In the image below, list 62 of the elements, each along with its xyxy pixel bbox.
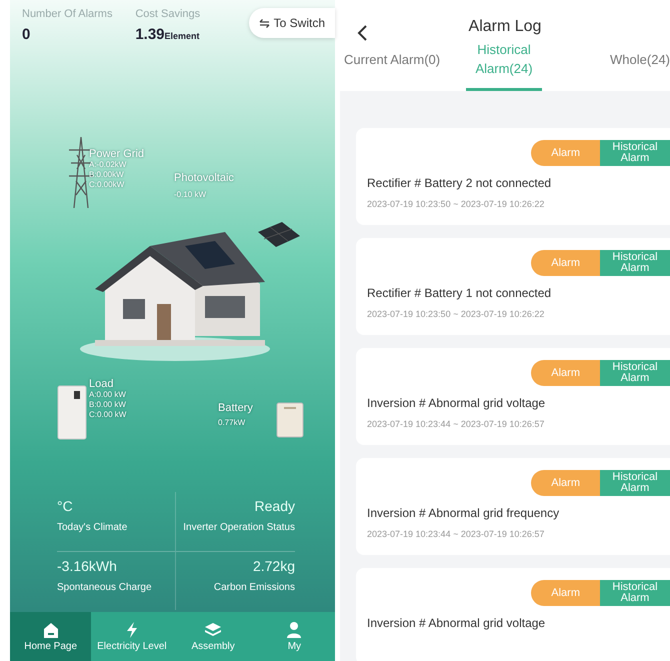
power-grid-label: Power Grid [89,148,144,160]
layers-icon [204,621,222,639]
alarm-time: 2023-07-19 10:23:44 ~ 2023-07-19 10:26:57 [367,529,546,539]
alarm-message: Inversion # Abnormal grid voltage [367,616,546,630]
alarm-time: 2023-07-19 10:23:50 ~ 2023-07-19 10:26:22 [367,309,546,319]
grid-phase-reading: A:-0.02kW [89,160,128,170]
house-icon [42,621,60,639]
alarm-level-tag: Alarm [531,360,600,386]
alarm-card[interactable]: Alarm Historical Alarm Inversion # Abnormal grid voltage 2023-07-19 10:23:44 ~ 2023-07-19 10:26:57 [356,348,670,445]
battery-reading: 0.77kW [218,418,246,428]
metric-label: Today's Climate [57,522,128,533]
switch-button[interactable]: To Switch [248,8,335,38]
alarm-time: 2023-07-19 10:23:44 ~ 2023-07-19 10:26:57 [367,419,546,429]
battery-unit-icon [276,402,304,438]
metric-label: Inverter Operation Status [183,522,295,533]
stat-label: Number Of Alarms [22,8,114,20]
alarm-message: Inversion # Abnormal grid frequency [367,506,560,520]
alarm-time: 2023-07-19 10:23:50 ~ 2023-07-19 10:26:22 [367,199,546,209]
user-icon [285,621,304,639]
page-title: Alarm Log [468,18,542,36]
metric-value: 2.72kg [252,558,295,574]
alarm-status-tag: Historical Alarm [600,470,670,496]
alarm-message: Inversion # Abnormal grid voltage [367,396,546,410]
alarm-level-tag: Alarm [531,250,600,276]
swap-icon [258,18,270,28]
alarm-status-tag: Historical Alarm [600,580,670,606]
alarm-status-tag: Historical Alarm [600,250,670,276]
metric-label: Spontaneous Charge [57,582,153,592]
stat-label: Cost Savings [135,8,202,20]
load-phase-reading: C:0.00 kW [89,410,126,420]
nav-tab[interactable]: Home Page [10,612,92,661]
load-phase-reading: A:0.00 kW [89,390,126,400]
grid-phase-reading: C:0.00kW [89,180,126,190]
metric-label: Carbon Emissions [214,582,295,592]
alarm-level-tag: Alarm [531,580,600,606]
metric-value: Ready [254,498,295,514]
alarm-level-tag: Alarm [531,470,600,496]
alarm-card[interactable]: Alarm Historical Alarm Rectifier # Battery 1 not connected 2023-07-19 10:23:50 ~ 2023-07-19 10:26:22 [356,238,670,335]
metric-value: -3.16kWh [57,558,118,574]
solar-panel-icon [256,220,302,250]
savings-unit: Element [164,31,200,41]
battery-label: Battery [218,402,253,414]
load-label: Load [89,378,114,390]
alarm-message: Rectifier # Battery 1 not connected [367,286,552,300]
metric-value: °C [57,498,74,514]
tab[interactable]: Whole(24) [610,52,670,80]
alarm-status-tag: Historical Alarm [600,140,670,166]
tab[interactable]: Current Alarm(0) [340,52,466,80]
inverter-cabinet-icon [57,385,87,440]
grid-phase-reading: B:0.00kW [89,170,125,180]
alarm-status-tag: Historical Alarm [600,360,670,386]
photovoltaic-label: Photovoltaic [174,172,234,184]
alarm-card[interactable]: Alarm Historical Alarm Inversion # Abnormal grid voltage [356,568,670,661]
alarm-card[interactable]: Alarm Historical Alarm Rectifier # Battery 2 not connected 2023-07-19 10:23:50 ~ 2023-07-19 10:26:22 [356,128,670,225]
photovoltaic-reading: -0.10 kW [174,190,208,200]
alarm-count[interactable]: 0 [22,26,136,43]
alarm-message: Rectifier # Battery 2 not connected [367,176,552,190]
alarm-level-tag: Alarm [531,140,600,166]
load-phase-reading: B:0.00 kW [89,400,126,410]
savings-value: 1.39 [135,26,165,43]
alarm-card[interactable]: Alarm Historical Alarm Inversion # Abnormal grid frequency 2023-07-19 10:23:44 ~ 2023-07-19 10:26:57 [356,458,670,555]
back-icon[interactable] [356,24,368,42]
